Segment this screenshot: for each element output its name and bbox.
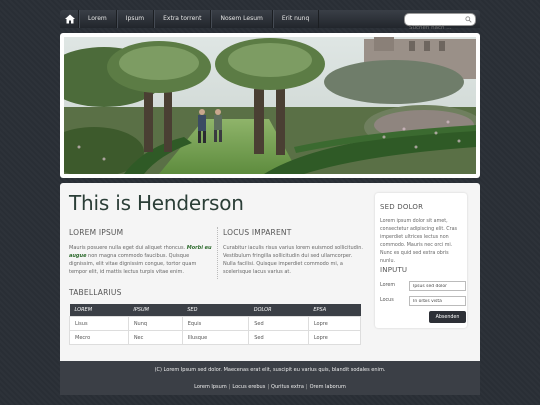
nav-item-ipsum[interactable]: Ipsum (115, 10, 153, 28)
nav-item-extra-torrent[interactable]: Extra torrent (153, 10, 210, 28)
column-header: EPSA (308, 304, 361, 317)
table-cell: Sed (248, 330, 309, 345)
search-input[interactable] (405, 22, 463, 34)
table-cell: Lopre (307, 316, 362, 331)
section-heading-lorem-ipsum: LOREM IPSUM (69, 228, 124, 237)
table-cell: Nunq (127, 316, 183, 331)
top-nav-bar: Lorem Ipsum Extra torrent Nosem Lesum Er… (60, 10, 480, 34)
lorem-input[interactable] (409, 281, 466, 291)
column-header: DOLOR (248, 304, 309, 317)
lorem-ipsum-text: Mauris posuere nulla eget dui aliquet rh… (69, 244, 212, 276)
hero-image-frame (60, 33, 480, 178)
footer-link-lorem-ipsum[interactable]: Lorem Ipsum (194, 384, 227, 390)
page-title: This is Henderson (69, 191, 244, 215)
nav-item-erit-nunq[interactable]: Erit nunq (271, 10, 320, 28)
column-header: LOREM (69, 304, 129, 317)
locus-input[interactable] (409, 296, 466, 306)
lorem-ipsum-section: LOREM IPSUM Mauris posuere nulla eget du… (69, 228, 212, 276)
nav-item-nosem-lesum[interactable]: Nosem Lesum (210, 10, 271, 28)
sidebar-box: SED DOLOR Lorem ipsum dolor sit amet, co… (375, 193, 467, 328)
table-cell: Illusque (181, 330, 250, 345)
sidebar-heading-sed-dolor: SED DOLOR (380, 203, 424, 211)
footer-link-orem-laborum[interactable]: Orem laborum (310, 384, 346, 390)
footer-links: Lorem Ipsum | Locus erebus | Quritus extra | O… (60, 384, 480, 390)
table-cell: Lisus (69, 316, 129, 331)
footer-link-locus-erebus[interactable]: Locus erebus (232, 384, 265, 390)
section-heading-locus-imparent: LOCUS IMPARENT (223, 228, 292, 237)
locus-imparent-section: LOCUS IMPARENT Curabitur iaculis risus v… (223, 228, 363, 276)
search-icon[interactable] (465, 16, 472, 23)
table-cell: Nec (127, 330, 183, 345)
column-header: IPSUM (128, 304, 183, 317)
locus-imparent-text: Curabitur iaculis risus varius lorem eui… (223, 245, 363, 275)
table-heading: TABELLARIUS (69, 288, 122, 297)
home-icon[interactable] (64, 13, 76, 25)
main-menu: Lorem Ipsum Extra torrent Nosem Lesum Er… (78, 10, 320, 28)
search-box (404, 13, 476, 34)
sidebar-text: Lorem ipsum dolor sit amet, consectetur … (380, 219, 458, 264)
text-part: Mauris posuere nulla eget dui aliquet rh… (69, 245, 187, 251)
hero-garden-image (64, 37, 476, 174)
submit-button[interactable]: Absenden (429, 311, 466, 323)
table-row: Lisus Nunq Equis Sed Lopre (69, 316, 362, 331)
table-cell: Lopre (307, 330, 362, 345)
table-cell: Sed (248, 316, 309, 331)
field-label-lorem: Lorem (380, 283, 396, 288)
data-table: LOREM IPSUM SED DOLOR EPSA Lisus Nunq Eq… (69, 304, 362, 345)
footer-link-quritus-extra[interactable]: Quritus extra (271, 384, 304, 390)
copyright-text: (C) Lorem Ipsum sed dolor. Maecenas erat… (154, 367, 386, 373)
nav-item-lorem[interactable]: Lorem (78, 10, 116, 28)
footer: (C) Lorem Ipsum sed dolor. Maecenas erat… (60, 361, 480, 395)
column-header: SED (182, 304, 249, 317)
table-row: Mecro Nec Illusque Sed Lopre (69, 330, 362, 345)
column-divider (217, 227, 218, 279)
table-cell: Mecro (69, 330, 129, 345)
table-cell: Equis (181, 316, 250, 331)
text-part: non magna commodo faucibus. Quisque dign… (69, 253, 197, 275)
table-header-row: LOREM IPSUM SED DOLOR EPSA (69, 304, 361, 317)
sidebar-heading-inputu: INPUTU (380, 266, 408, 274)
field-label-locus: Locus (380, 298, 394, 303)
